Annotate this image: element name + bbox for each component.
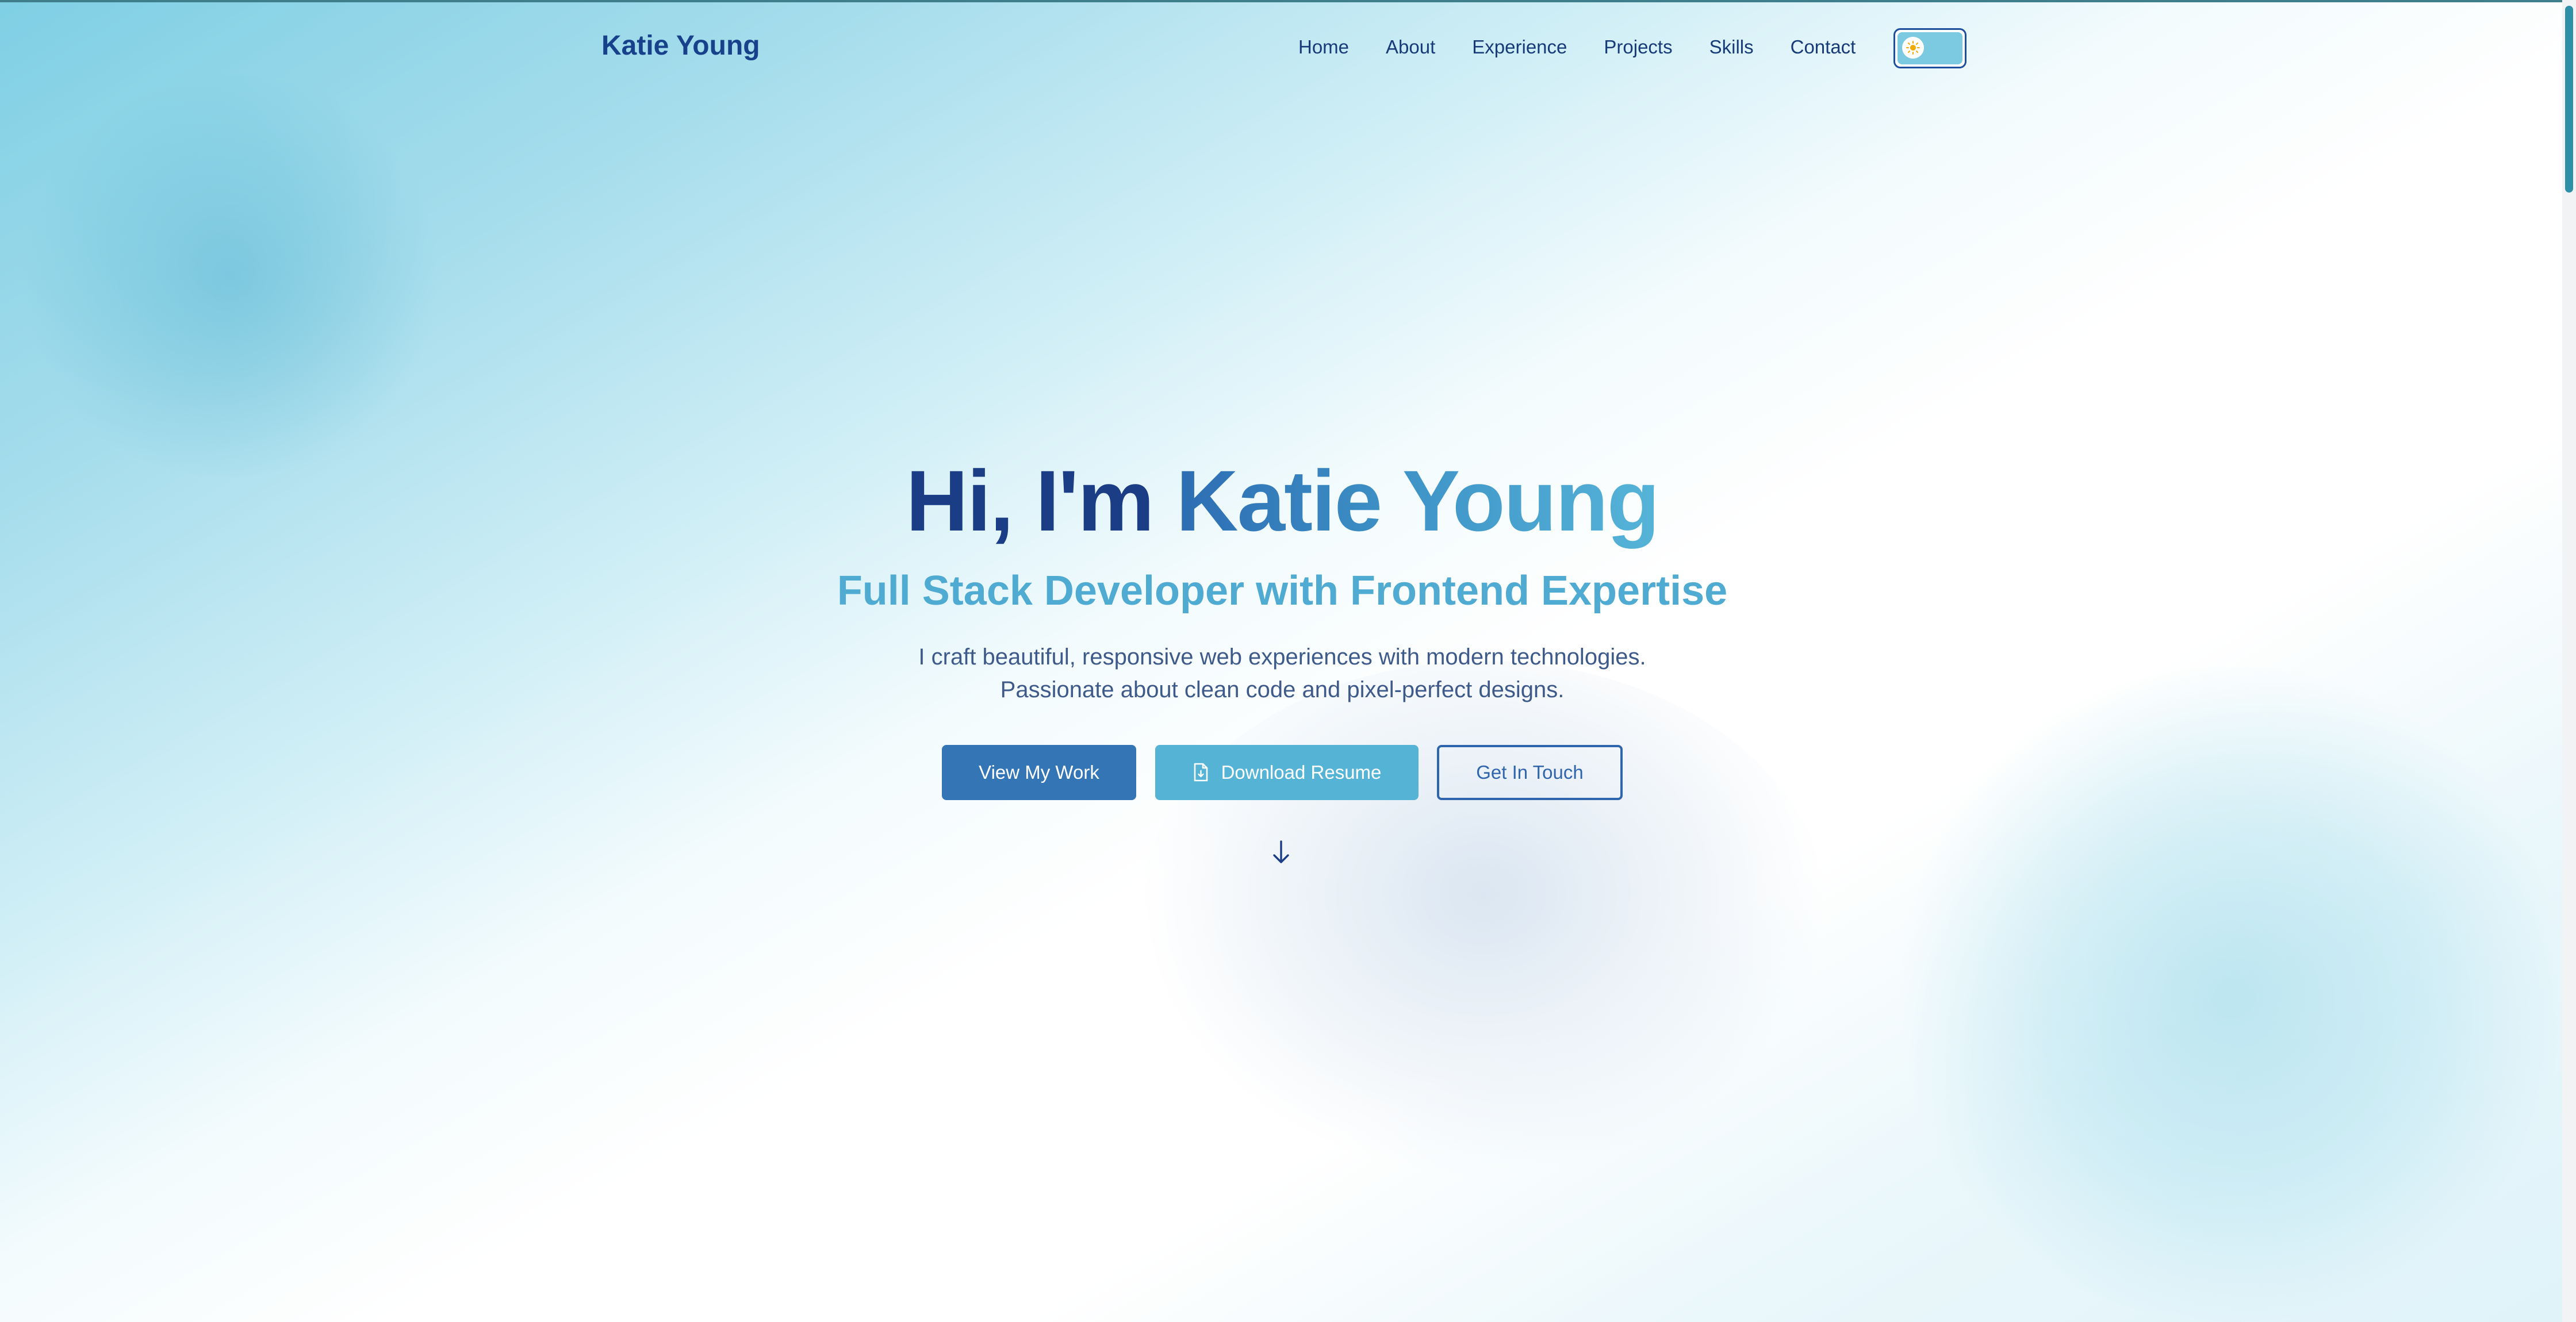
hero-description-line-2: Passionate about clean code and pixel-pe…: [1000, 677, 1565, 702]
brand-logo[interactable]: Katie Young: [601, 30, 760, 62]
hero-description: I craft beautiful, responsive web experi…: [0, 641, 2564, 706]
background-blob-center: [1138, 661, 1828, 1178]
view-my-work-button[interactable]: View My Work: [942, 745, 1136, 800]
background-blob-left: [12, 75, 448, 477]
nav-about[interactable]: About: [1386, 36, 1435, 59]
top-border: [0, 0, 2576, 2]
hero-greeting: Hi, I'm: [906, 452, 1155, 549]
theme-toggle-track: [1897, 32, 1962, 64]
sun-icon: [1902, 37, 1924, 59]
hero-name: Katie Young: [1176, 452, 1659, 549]
background-blob-right: [1886, 667, 2576, 1322]
get-in-touch-button[interactable]: Get In Touch: [1437, 745, 1623, 800]
download-resume-button[interactable]: Download Resume: [1155, 745, 1419, 800]
page-scrollbar[interactable]: [2562, 0, 2576, 1322]
theme-toggle[interactable]: [1893, 28, 1966, 68]
page: Katie Young Home About Experience Projec…: [0, 0, 2576, 1322]
hero-subtitle: Full Stack Developer with Frontend Exper…: [837, 568, 1728, 614]
nav-home[interactable]: Home: [1298, 36, 1349, 59]
main-nav: Home About Experience Projects Skills Co…: [1298, 36, 1892, 59]
scrollbar-thumb[interactable]: [2565, 6, 2573, 193]
download-resume-label: Download Resume: [1221, 762, 1382, 783]
sun-icon-glyph: [1906, 41, 1920, 55]
nav-experience[interactable]: Experience: [1472, 36, 1567, 59]
nav-projects[interactable]: Projects: [1604, 36, 1672, 59]
arrow-down-icon[interactable]: [1270, 838, 1293, 867]
get-in-touch-label: Get In Touch: [1476, 762, 1584, 783]
view-my-work-label: View My Work: [979, 762, 1099, 783]
nav-skills[interactable]: Skills: [1709, 36, 1754, 59]
hero-title: Hi, I'm Katie Young: [0, 452, 2564, 549]
hero-description-line-1: I craft beautiful, responsive web experi…: [918, 644, 1646, 670]
nav-contact[interactable]: Contact: [1791, 36, 1856, 59]
document-icon: [1193, 763, 1209, 782]
